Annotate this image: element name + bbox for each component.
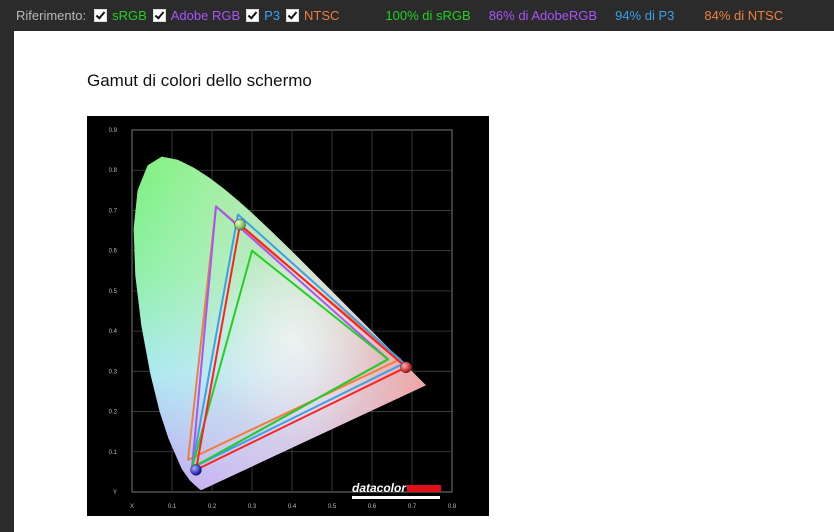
logo-underline — [352, 496, 440, 499]
x-tick-label: 0.5 — [328, 504, 337, 510]
x-tick-label: 0.1 — [168, 504, 177, 510]
x-tick-label: 0.2 — [208, 504, 217, 510]
stat-ntsc: 84% di NTSC — [704, 7, 784, 23]
x-tick-label: 0.8 — [448, 504, 457, 510]
checkbox-checked-icon[interactable] — [286, 8, 300, 22]
stat-adobe-rgb: 86% di AdobeRGB — [488, 7, 598, 23]
primary-point — [234, 218, 246, 231]
content-panel: Gamut di colori dello schermo X 0.1 0.2 … — [14, 31, 834, 532]
checkbox-srgb[interactable]: sRGB — [94, 8, 147, 23]
reference-toolbar: Riferimento: sRGB Adobe RGB P3 NTSC 100%… — [0, 0, 834, 30]
y-tick-label: 0.2 — [109, 410, 118, 416]
x-tick-label: 0.4 — [288, 504, 297, 510]
spectral-locus — [133, 156, 426, 491]
y-tick-label: 0.9 — [109, 128, 118, 134]
y-tick-label: 0.4 — [109, 329, 118, 335]
y-tick-label: 0.8 — [109, 168, 118, 174]
checkbox-adobe-rgb[interactable]: Adobe RGB — [152, 7, 241, 23]
x-tick-label: 0.6 — [368, 504, 377, 510]
x-tick-label: X — [130, 504, 134, 510]
datacolor-logo: datacolor — [352, 481, 441, 499]
gamut-chart: X 0.1 0.2 0.3 0.4 0.5 0.6 0.7 0.8 Y 0.1 0.2 0.3 0.4 0.… — [87, 116, 489, 516]
checkbox-checked-icon[interactable] — [94, 8, 108, 22]
locus-white — [133, 156, 426, 491]
stat-srgb: 100% di sRGB — [385, 7, 471, 23]
y-tick-label: 0.7 — [109, 208, 118, 214]
reference-label: Riferimento: — [16, 7, 87, 23]
checkbox-label-p3: P3 — [264, 7, 281, 23]
y-tick-label: 0.5 — [109, 289, 118, 295]
y-tick-label: 0.3 — [109, 369, 118, 375]
checkbox-label-adobe-rgb: Adobe RGB — [170, 7, 241, 23]
primary-point — [190, 464, 202, 476]
checkbox-checked-icon[interactable] — [246, 8, 260, 22]
y-tick-label: 0.6 — [109, 249, 118, 255]
x-tick-label: 0.3 — [248, 504, 257, 510]
checkbox-p3[interactable]: P3 — [246, 8, 280, 23]
page-title: Gamut di colori dello schermo — [87, 71, 312, 90]
checkbox-ntsc[interactable]: NTSC — [286, 8, 339, 23]
logo-text: datacolor — [352, 481, 407, 495]
primary-point — [400, 361, 412, 374]
y-tick-label: Y — [113, 490, 117, 496]
y-tick-label: 0.1 — [109, 450, 118, 456]
checkbox-label-srgb: sRGB — [112, 7, 147, 23]
logo-red-bar — [407, 485, 441, 492]
x-tick-label: 0.7 — [408, 504, 417, 510]
gamut-chart-svg: X 0.1 0.2 0.3 0.4 0.5 0.6 0.7 0.8 Y 0.1 0.2 0.3 0.4 0.… — [109, 128, 457, 510]
stat-p3: 94% di P3 — [615, 7, 675, 23]
checkbox-label-ntsc: NTSC — [304, 7, 340, 23]
checkbox-checked-icon[interactable] — [152, 8, 166, 22]
